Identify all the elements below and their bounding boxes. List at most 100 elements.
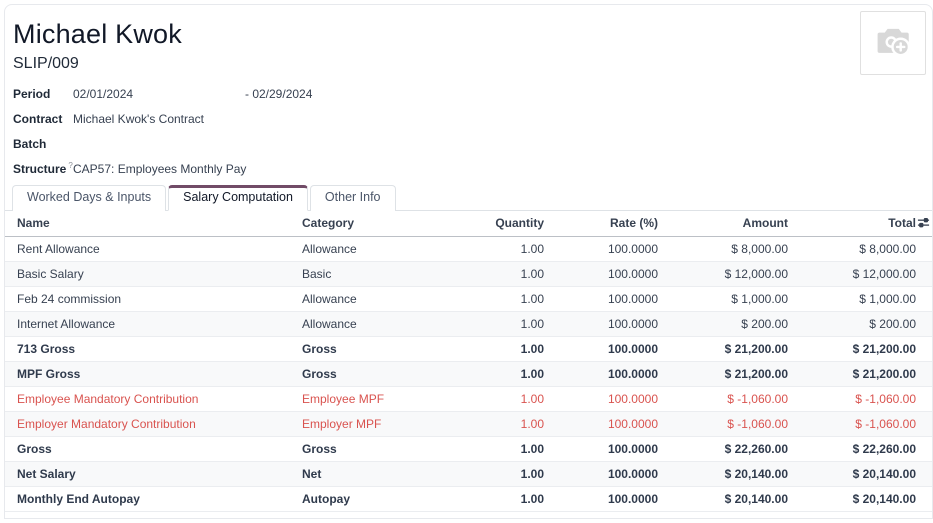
cell-amount[interactable]: $ 20,140.00	[664, 486, 794, 511]
cell-total[interactable]: $ -1,060.00	[794, 386, 933, 411]
tab-worked-days-inputs[interactable]: Worked Days & Inputs	[12, 185, 166, 211]
cell-amount[interactable]: $ 12,000.00	[664, 261, 794, 286]
cell-amount[interactable]: $ 200.00	[664, 311, 794, 336]
cell-total[interactable]: $ 22,260.00	[794, 436, 933, 461]
cell-category[interactable]: Autopay	[290, 486, 456, 511]
cell-category[interactable]: Gross	[290, 361, 456, 386]
cell-name[interactable]: Rent Allowance	[5, 236, 290, 261]
column-header-quantity[interactable]: Quantity	[456, 211, 550, 236]
cell-category[interactable]: Allowance	[290, 236, 456, 261]
slip-reference: SLIP/009	[13, 55, 924, 73]
cell-quantity[interactable]: 1.00	[456, 486, 550, 511]
field-batch: Batch	[13, 131, 924, 156]
table-row[interactable]: Feb 24 commission Allowance 1.00 100.000…	[5, 286, 933, 311]
form-header: Michael Kwok SLIP/009 Period 02/01/2024 …	[5, 5, 932, 181]
cell-amount[interactable]: $ 20,140.00	[664, 461, 794, 486]
cell-name[interactable]: Employee Mandatory Contribution	[5, 386, 290, 411]
cell-rate[interactable]: 100.0000	[550, 486, 664, 511]
cell-rate[interactable]: 100.0000	[550, 461, 664, 486]
cell-category[interactable]: Basic	[290, 261, 456, 286]
cell-name[interactable]: Internet Allowance	[5, 311, 290, 336]
cell-amount[interactable]: $ 8,000.00	[664, 236, 794, 261]
structure-input[interactable]: CAP57: Employees Monthly Pay	[73, 162, 246, 176]
tab-salary-computation[interactable]: Salary Computation	[168, 185, 308, 211]
cell-quantity[interactable]: 1.00	[456, 261, 550, 286]
table-row[interactable]: Gross Gross 1.00 100.0000 $ 22,260.00 $ …	[5, 436, 933, 461]
cell-name[interactable]: MPF Gross	[5, 361, 290, 386]
cell-total[interactable]: $ 1,000.00	[794, 286, 933, 311]
table-row[interactable]: Employee Mandatory Contribution Employee…	[5, 386, 933, 411]
cell-rate[interactable]: 100.0000	[550, 311, 664, 336]
table-row[interactable]: Basic Salary Basic 1.00 100.0000 $ 12,00…	[5, 261, 933, 286]
cell-name[interactable]: Employer Mandatory Contribution	[5, 411, 290, 436]
cell-rate[interactable]: 100.0000	[550, 361, 664, 386]
cell-quantity[interactable]: 1.00	[456, 311, 550, 336]
cell-total[interactable]: $ 12,000.00	[794, 261, 933, 286]
cell-amount[interactable]: $ -1,060.00	[664, 386, 794, 411]
cell-total[interactable]: $ 21,200.00	[794, 336, 933, 361]
table-row[interactable]: 713 Gross Gross 1.00 100.0000 $ 21,200.0…	[5, 336, 933, 361]
employee-photo-upload[interactable]	[860, 11, 926, 75]
table-row[interactable]: Internet Allowance Allowance 1.00 100.00…	[5, 311, 933, 336]
cell-quantity[interactable]: 1.00	[456, 361, 550, 386]
cell-amount[interactable]: $ -1,060.00	[664, 411, 794, 436]
cell-total[interactable]: $ 21,200.00	[794, 361, 933, 386]
cell-category[interactable]: Allowance	[290, 311, 456, 336]
cell-rate[interactable]: 100.0000	[550, 386, 664, 411]
tab-other-info[interactable]: Other Info	[310, 185, 396, 211]
cell-name[interactable]: Basic Salary	[5, 261, 290, 286]
cell-rate[interactable]: 100.0000	[550, 436, 664, 461]
cell-total[interactable]: $ -1,060.00	[794, 411, 933, 436]
column-header-rate[interactable]: Rate (%)	[550, 211, 664, 236]
cell-amount[interactable]: $ 21,200.00	[664, 361, 794, 386]
cell-category[interactable]: Employee MPF	[290, 386, 456, 411]
table-row[interactable]: Net Salary Net 1.00 100.0000 $ 20,140.00…	[5, 461, 933, 486]
cell-rate[interactable]: 100.0000	[550, 236, 664, 261]
cell-name[interactable]: Feb 24 commission	[5, 286, 290, 311]
cell-quantity[interactable]: 1.00	[456, 436, 550, 461]
cell-total[interactable]: $ 20,140.00	[794, 486, 933, 511]
payslip-form-sheet: Michael Kwok SLIP/009 Period 02/01/2024 …	[4, 4, 933, 519]
table-row[interactable]: MPF Gross Gross 1.00 100.0000 $ 21,200.0…	[5, 361, 933, 386]
period-from-input[interactable]: 02/01/2024	[73, 87, 245, 101]
column-header-category[interactable]: Category	[290, 211, 456, 236]
cell-total[interactable]: $ 20,140.00	[794, 461, 933, 486]
cell-rate[interactable]: 100.0000	[550, 261, 664, 286]
cell-quantity[interactable]: 1.00	[456, 236, 550, 261]
cell-rate[interactable]: 100.0000	[550, 286, 664, 311]
page-title: Michael Kwok	[13, 17, 924, 51]
period-to-input[interactable]: - 02/29/2024	[245, 87, 312, 101]
column-header-name[interactable]: Name	[5, 211, 290, 236]
cell-amount[interactable]: $ 21,200.00	[664, 336, 794, 361]
cell-name[interactable]: Monthly End Autopay	[5, 486, 290, 511]
sliders-icon[interactable]	[917, 216, 930, 229]
cell-rate[interactable]: 100.0000	[550, 336, 664, 361]
cell-name[interactable]: Gross	[5, 436, 290, 461]
cell-amount[interactable]: $ 1,000.00	[664, 286, 794, 311]
cell-category[interactable]: Net	[290, 461, 456, 486]
contract-input[interactable]: Michael Kwok's Contract	[73, 112, 204, 126]
cell-quantity[interactable]: 1.00	[456, 336, 550, 361]
cell-quantity[interactable]: 1.00	[456, 411, 550, 436]
column-header-amount[interactable]: Amount	[664, 211, 794, 236]
table-row[interactable]: Rent Allowance Allowance 1.00 100.0000 $…	[5, 236, 933, 261]
cell-amount[interactable]: $ 22,260.00	[664, 436, 794, 461]
cell-total[interactable]: $ 200.00	[794, 311, 933, 336]
cell-quantity[interactable]: 1.00	[456, 386, 550, 411]
camera-plus-icon	[872, 20, 914, 67]
cell-total[interactable]: $ 8,000.00	[794, 236, 933, 261]
cell-category[interactable]: Allowance	[290, 286, 456, 311]
field-contract: Contract Michael Kwok's Contract	[13, 106, 924, 131]
table-row[interactable]: Employer Mandatory Contribution Employer…	[5, 411, 933, 436]
table-row[interactable]: Monthly End Autopay Autopay 1.00 100.000…	[5, 486, 933, 511]
column-header-total[interactable]: Total	[794, 211, 933, 236]
cell-name[interactable]: 713 Gross	[5, 336, 290, 361]
cell-quantity[interactable]: 1.00	[456, 286, 550, 311]
cell-name[interactable]: Net Salary	[5, 461, 290, 486]
cell-category[interactable]: Employer MPF	[290, 411, 456, 436]
cell-category[interactable]: Gross	[290, 436, 456, 461]
cell-rate[interactable]: 100.0000	[550, 411, 664, 436]
cell-quantity[interactable]: 1.00	[456, 461, 550, 486]
cell-category[interactable]: Gross	[290, 336, 456, 361]
field-structure: Structure? CAP57: Employees Monthly Pay	[13, 156, 924, 181]
